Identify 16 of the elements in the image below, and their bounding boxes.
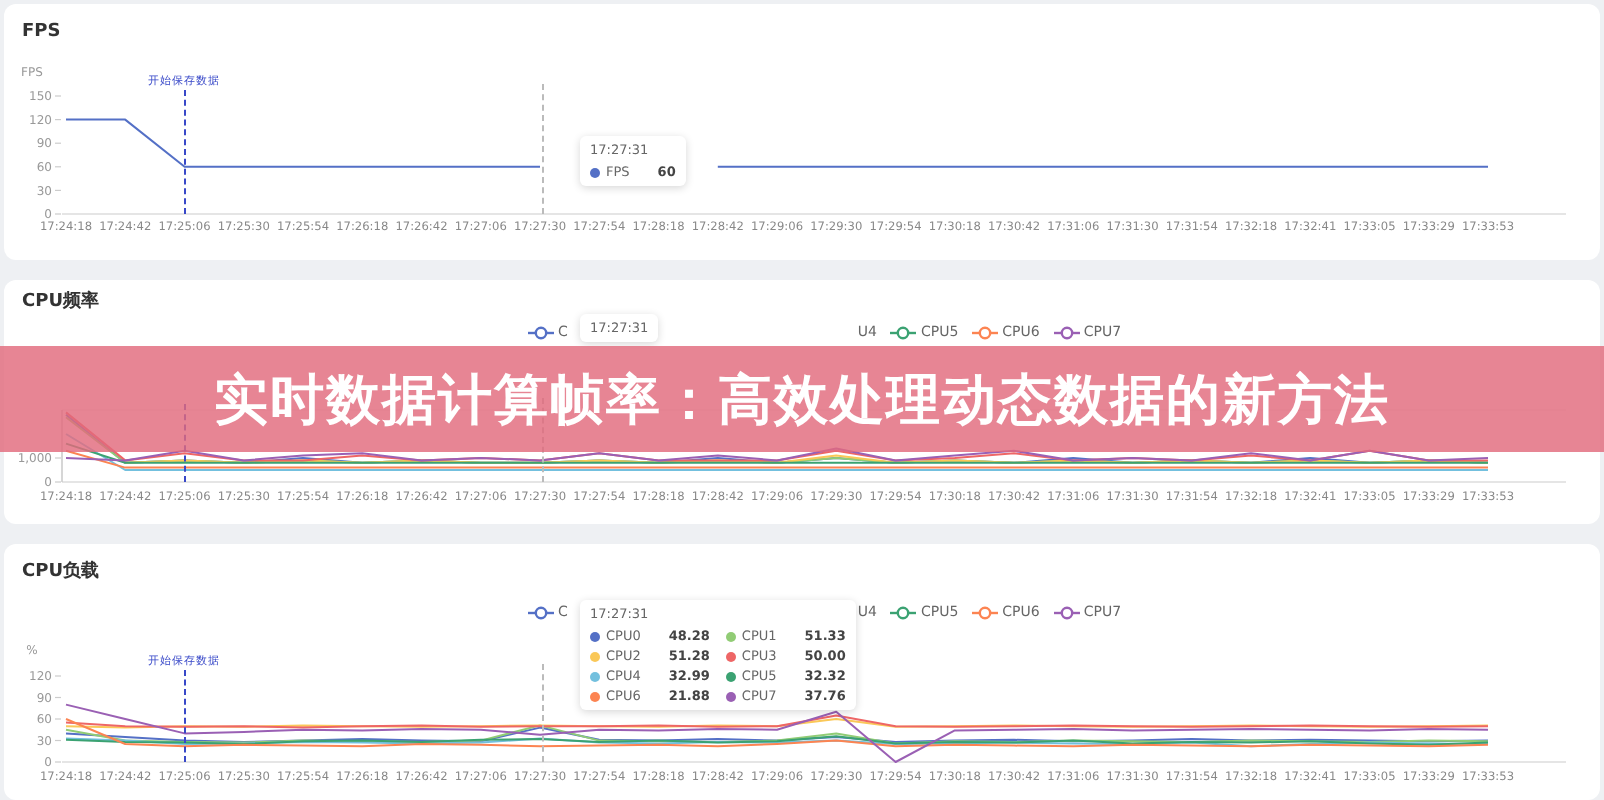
panel-title: CPU频率: [22, 292, 100, 314]
legend-line-icon[interactable]: [972, 605, 999, 619]
crosshair-line: [542, 84, 544, 214]
legend-line-icon[interactable]: [890, 605, 917, 619]
marker-line: [184, 670, 186, 762]
crosshair-line: [542, 664, 544, 762]
marker-line: [184, 90, 186, 214]
legend-line-icon[interactable]: [1053, 325, 1080, 339]
banner-title: 实时数据计算帧率：高效处理动态数据的新方法: [214, 367, 1390, 435]
legend-line-icon[interactable]: [972, 325, 999, 339]
legend-line-icon[interactable]: [1053, 605, 1080, 619]
legend-line-icon[interactable]: [528, 605, 554, 619]
panel-title: FPS: [22, 22, 61, 44]
legend-line-icon[interactable]: [890, 325, 917, 339]
panel-title: CPU负载: [22, 562, 100, 584]
legend-line-icon[interactable]: [528, 325, 554, 339]
